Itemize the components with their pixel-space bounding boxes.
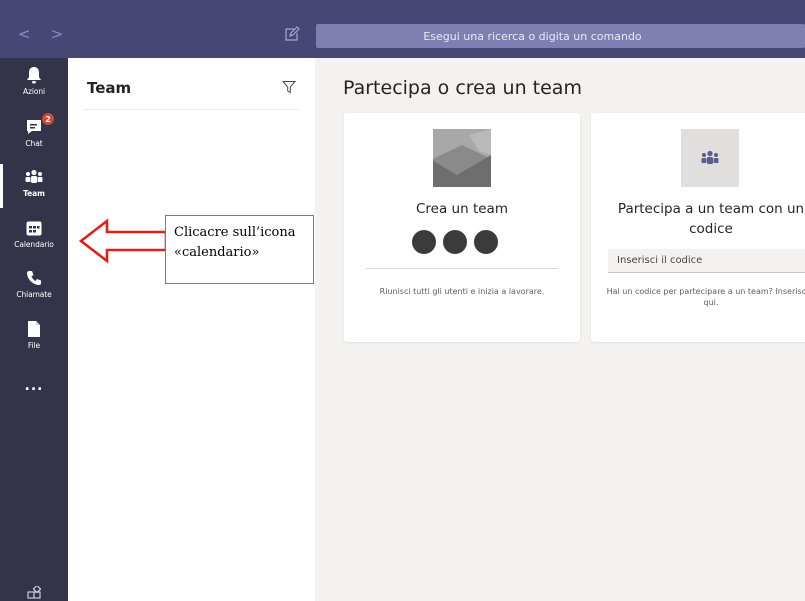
panel-divider [84,109,299,110]
search-input[interactable]: Esegui una ricerca o digita un comando [316,24,805,48]
rail-item-file[interactable]: File [0,314,68,366]
apps-icon[interactable] [27,586,41,600]
annotation-arrow [78,218,168,264]
join-team-description: Hai un codice per partecipare a un team?… [606,287,805,307]
avatar [410,228,438,256]
rail-item-team[interactable]: Team [0,162,68,214]
page-title: Partecipa o crea un team [343,77,582,99]
rail-item-label: Calendario [14,240,54,249]
panel-title: Team [87,79,132,97]
join-team-image [681,129,739,187]
teams-icon [23,166,45,188]
rail-item-chiamate[interactable]: Chiamate [0,263,68,315]
avatar [441,228,469,256]
rail-item-label: File [27,341,41,350]
app-rail: Azioni 2 Chat Team Calendario Chiamate F… [0,58,68,601]
rail-item-label: Chat [25,139,43,148]
phone-icon [23,267,45,289]
bell-icon [23,64,45,86]
calendar-icon [23,217,45,239]
file-icon [23,318,45,340]
avatar [472,228,500,256]
unread-badge: 2 [41,112,55,126]
forward-arrow-icon[interactable]: > [51,27,64,42]
team-code-input[interactable] [608,249,805,273]
card-divider [366,268,558,269]
rail-item-label: Azioni [23,87,45,96]
create-team-card[interactable]: Crea un team Riunisci tutti gli utenti e… [344,113,580,342]
avatar-group [410,228,500,256]
rail-item-azioni[interactable]: Azioni [0,60,68,112]
annotation-callout: Clicacre sull’icona «calendario» [165,215,314,284]
join-team-card: Partecipa a un team con un codice Hai un… [591,113,805,342]
team-list-panel: Team [68,58,315,601]
compose-icon[interactable] [284,26,300,42]
create-team-heading: Crea un team [416,201,508,217]
title-bar: < > Esegui una ricerca o digita un coman… [0,0,805,58]
team-placeholder-image [433,129,491,187]
create-team-description: Riunisci tutti gli utenti e inizia a lav… [379,287,545,296]
rail-item-label: Chiamate [16,290,52,299]
back-arrow-icon[interactable]: < [18,27,31,42]
more-apps-button[interactable]: ... [0,378,68,394]
rail-item-chat[interactable]: 2 Chat [0,112,68,164]
search-placeholder: Esegui una ricerca o digita un comando [423,29,642,43]
teams-icon [701,150,719,164]
history-navigation: < > [18,27,63,42]
join-team-heading: Partecipa a un team con un codice [617,201,805,237]
filter-icon[interactable] [282,80,296,94]
rail-item-label: Team [23,189,45,198]
rail-item-calendario[interactable]: Calendario [0,213,68,265]
